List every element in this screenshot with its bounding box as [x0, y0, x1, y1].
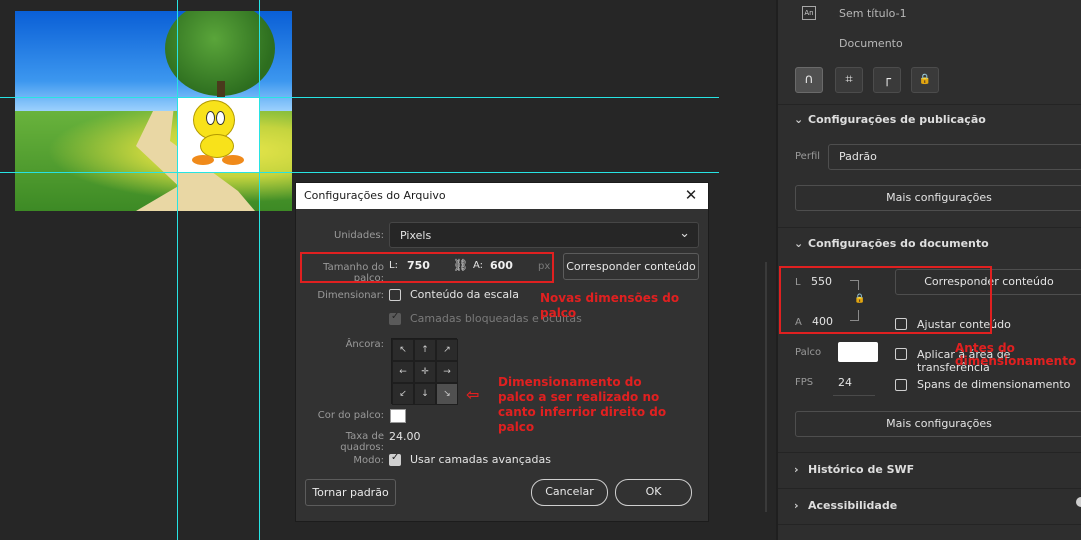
mode-label: Modo: — [353, 455, 384, 466]
document-icon: An — [802, 6, 816, 20]
stage-color-swatch-panel[interactable] — [838, 342, 878, 362]
advanced-layers-checkbox[interactable] — [389, 452, 401, 466]
stage-canvas[interactable] — [15, 11, 292, 211]
chevron-down-icon: ⌄ — [679, 226, 690, 241]
profile-label: Perfil — [795, 151, 821, 162]
divider — [778, 227, 1081, 228]
scale-label: Dimensionar: — [317, 290, 384, 301]
ok-button[interactable]: OK — [615, 479, 692, 506]
dialog-title: Configurações do Arquivo — [304, 189, 446, 202]
chevron-right-icon: › — [794, 499, 799, 512]
anchor-bottom-left[interactable]: ↙ — [392, 383, 414, 405]
cancel-button[interactable]: Cancelar — [531, 479, 608, 506]
panel-scroll-handle[interactable] — [1076, 497, 1081, 507]
make-default-button[interactable]: Tornar padrão — [305, 479, 396, 506]
document-type: Documento — [839, 37, 903, 50]
anchor-label: Âncora: — [345, 339, 384, 350]
anchor-grid: ↖ ↑ ↗ ← ✛ → ↙ ↓ ↘ — [391, 338, 458, 405]
stage-label: Palco — [795, 347, 822, 358]
frame-rate-label: Taxa de quadros: — [340, 431, 384, 453]
fps-underline — [833, 395, 875, 396]
annotation-box-old-size — [779, 266, 992, 334]
anchor-left[interactable]: ← — [392, 361, 414, 383]
bird-eye-right — [216, 111, 225, 125]
guide-horizontal-top[interactable] — [0, 97, 719, 98]
document-name: Sem título-1 — [839, 7, 907, 20]
bird-eye-left — [206, 111, 215, 125]
divider — [778, 104, 1081, 105]
annotation-new-dimensions: Novas dimensões do palco — [540, 291, 680, 320]
annotation-resize-note: Dimensionamento do palco a ser realizado… — [498, 375, 667, 434]
anchor-top-left[interactable]: ↖ — [392, 339, 414, 361]
more-settings-button-publish[interactable]: Mais configurações — [795, 185, 1081, 211]
more-settings-button-document[interactable]: Mais configurações — [795, 411, 1081, 437]
scaling-spans-label: Spans de dimensionamento — [917, 378, 1071, 391]
arrow-left-icon: ⇦ — [466, 385, 480, 404]
bird-foot-left — [192, 155, 214, 165]
scale-content-label: Conteúdo da escala — [410, 288, 519, 301]
divider — [778, 524, 1081, 525]
units-label: Unidades: — [334, 230, 384, 241]
fps-label: FPS — [795, 377, 814, 388]
annotation-before-resize: Antes do dimensionamento — [955, 341, 1077, 368]
chevron-down-icon: ⌄ — [794, 237, 804, 250]
accessibility-title: Acessibilidade — [808, 499, 898, 512]
advanced-layers-label: Usar camadas avançadas — [410, 453, 551, 466]
match-contents-button[interactable]: Corresponder conteúdo — [563, 253, 699, 280]
transform-icon[interactable]: ⌗ — [835, 67, 863, 93]
annotation-box-new-size — [300, 252, 554, 283]
document-settings-dialog: Configurações do Arquivo ✕ Unidades: Pix… — [295, 182, 709, 522]
scale-content-checkbox[interactable] — [389, 289, 401, 301]
swf-history-header[interactable]: › Histórico de SWF — [794, 463, 914, 476]
scaling-spans-checkbox[interactable] — [895, 379, 907, 391]
workspace-scrollbar[interactable] — [765, 262, 767, 512]
dialog-titlebar[interactable]: Configurações do Arquivo ✕ — [296, 183, 708, 209]
swf-history-title: Histórico de SWF — [808, 463, 915, 476]
guide-vertical-left[interactable] — [177, 0, 178, 540]
anchor-top[interactable]: ↑ — [414, 339, 436, 361]
lock-icon[interactable]: 🔒 — [911, 67, 939, 93]
magnet-icon[interactable]: ∩ — [795, 67, 823, 93]
chevron-down-icon: ⌄ — [794, 113, 804, 126]
anchor-bottom[interactable]: ↓ — [414, 383, 436, 405]
document-settings-header[interactable]: ⌄ Configurações do documento — [794, 237, 989, 250]
anchor-bottom-right[interactable]: ↘ — [436, 383, 458, 405]
divider — [778, 488, 1081, 489]
publish-settings-title: Configurações de publicação — [808, 113, 986, 126]
frame-rate-value[interactable]: 24.00 — [389, 430, 421, 443]
guide-horizontal-bottom[interactable] — [0, 172, 719, 173]
units-select[interactable]: Pixels ⌄ — [389, 222, 699, 248]
guide-vertical-right[interactable] — [259, 0, 260, 540]
anchor-top-right[interactable]: ↗ — [436, 339, 458, 361]
accessibility-header[interactable]: › Acessibilidade — [794, 499, 897, 512]
character-sprite[interactable] — [178, 98, 259, 173]
anchor-center[interactable]: ✛ — [414, 361, 436, 383]
fps-value[interactable]: 24 — [838, 376, 852, 389]
divider — [778, 452, 1081, 453]
apply-clipboard-checkbox[interactable] — [895, 348, 907, 360]
close-icon[interactable]: ✕ — [682, 186, 700, 204]
anchor-right[interactable]: → — [436, 361, 458, 383]
chevron-right-icon: › — [794, 463, 799, 476]
profile-select[interactable]: Padrão — [828, 144, 1081, 170]
ruler-icon[interactable]: ┌ — [873, 67, 901, 93]
locked-layers-checkbox[interactable] — [389, 311, 401, 325]
publish-settings-header[interactable]: ⌄ Configurações de publicação — [794, 113, 986, 126]
stage-color-swatch[interactable] — [390, 409, 406, 423]
document-settings-title: Configurações do documento — [808, 237, 989, 250]
units-value: Pixels — [400, 229, 432, 242]
stage-color-label: Cor do palco: — [317, 410, 384, 421]
bird-foot-right — [222, 155, 244, 165]
